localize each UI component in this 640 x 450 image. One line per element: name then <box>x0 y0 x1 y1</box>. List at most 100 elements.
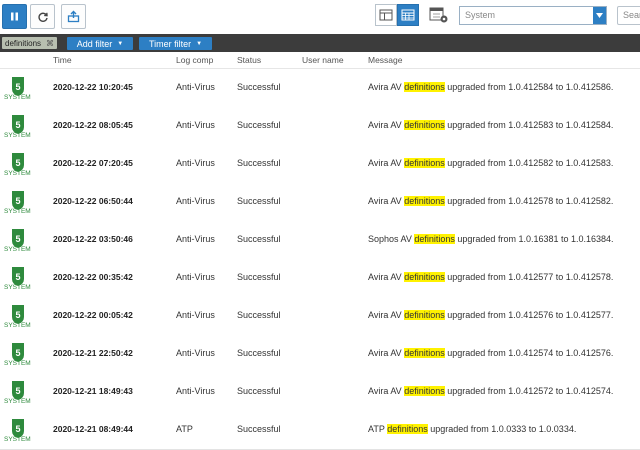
row-log-comp: Anti-Virus <box>176 82 215 92</box>
table-row[interactable]: 5 SYSTEM 2020-12-22 07:20:45 Anti-Virus Succ… <box>0 145 640 184</box>
column-header-log-comp[interactable]: Log comp <box>176 55 213 65</box>
message-highlight: definitions <box>404 272 445 282</box>
table-row[interactable]: 5 SYSTEM 2020-12-22 08:05:45 Anti-Virus Succ… <box>0 107 640 146</box>
icon-label: SYSTEM <box>4 170 31 177</box>
add-filter-button[interactable]: Add filter ▼ <box>67 37 133 50</box>
export-button[interactable] <box>61 4 86 29</box>
split-view-button[interactable] <box>375 4 397 26</box>
row-log-comp: Anti-Virus <box>176 234 215 244</box>
message-prefix: Avira AV <box>368 158 405 168</box>
message-suffix: upgraded from 1.0.0333 to 1.0.0334. <box>427 424 577 434</box>
message-highlight: definitions <box>387 424 428 434</box>
close-icon[interactable]: ⌘ <box>46 39 54 48</box>
row-log-comp: Anti-Virus <box>176 158 215 168</box>
icon-label: SYSTEM <box>4 322 31 329</box>
timer-filter-button[interactable]: Timer filter ▼ <box>139 37 212 50</box>
table-header: Time Log comp Status User name Message <box>0 52 640 69</box>
icon-label: SYSTEM <box>4 208 31 215</box>
row-status: Successful <box>237 310 281 320</box>
icon-label: SYSTEM <box>4 284 31 291</box>
row-status: Successful <box>237 82 281 92</box>
row-status: Successful <box>237 424 281 434</box>
refresh-button[interactable] <box>30 4 55 29</box>
column-header-user-name[interactable]: User name <box>302 55 344 65</box>
icon-label: SYSTEM <box>4 132 31 139</box>
table-row[interactable]: 5 SYSTEM 2020-12-22 00:35:42 Anti-Virus Succ… <box>0 259 640 298</box>
row-status: Successful <box>237 272 281 282</box>
message-suffix: upgraded from 1.0.412576 to 1.0.412577. <box>444 310 614 320</box>
message-suffix: upgraded from 1.0.412574 to 1.0.412576. <box>444 348 614 358</box>
table-row[interactable]: 5 SYSTEM 2020-12-21 22:50:42 Anti-Virus Succ… <box>0 335 640 374</box>
svg-text:5: 5 <box>15 272 20 282</box>
table-row[interactable]: 5 SYSTEM 2020-12-22 06:50:44 Anti-Virus Succ… <box>0 183 640 222</box>
svg-text:5: 5 <box>15 234 20 244</box>
icon-label: SYSTEM <box>4 398 31 405</box>
row-log-comp: Anti-Virus <box>176 310 215 320</box>
column-header-time[interactable]: Time <box>53 55 72 65</box>
svg-text:5: 5 <box>15 386 20 396</box>
row-message: Avira AV definitions upgraded from 1.0.4… <box>368 310 613 320</box>
message-prefix: ATP <box>368 424 388 434</box>
svg-text:5: 5 <box>15 82 20 92</box>
message-highlight: definitions <box>404 348 445 358</box>
filter-chip-label: definitions <box>5 38 42 48</box>
calendar-settings-icon <box>429 7 448 23</box>
filter-chip-definitions[interactable]: definitions ⌘ <box>2 37 58 49</box>
message-prefix: Avira AV <box>368 386 405 396</box>
row-status: Successful <box>237 234 281 244</box>
column-header-status[interactable]: Status <box>237 55 261 65</box>
message-prefix: Avira AV <box>368 348 405 358</box>
row-time: 2020-12-22 00:05:42 <box>53 310 133 320</box>
pause-button[interactable] <box>2 4 27 29</box>
search-input[interactable]: Search <box>617 6 640 25</box>
message-suffix: upgraded from 1.0.412577 to 1.0.412578. <box>444 272 614 282</box>
calendar-settings-button[interactable] <box>428 4 450 26</box>
message-prefix: Sophos AV <box>368 234 415 244</box>
row-message: Avira AV definitions upgraded from 1.0.4… <box>368 120 613 130</box>
row-time: 2020-12-21 22:50:42 <box>53 348 133 358</box>
export-icon <box>67 10 80 23</box>
column-header-message[interactable]: Message <box>368 55 403 65</box>
row-message: Avira AV definitions upgraded from 1.0.4… <box>368 272 613 282</box>
row-status: Successful <box>237 348 281 358</box>
svg-text:5: 5 <box>15 120 20 130</box>
table-row[interactable]: 5 SYSTEM 2020-12-22 00:05:42 Anti-Virus Succ… <box>0 297 640 336</box>
row-log-comp: Anti-Virus <box>176 272 215 282</box>
table-row[interactable]: 5 SYSTEM 2020-12-22 10:20:45 Anti-Virus Succ… <box>0 69 640 108</box>
refresh-icon <box>37 12 48 22</box>
message-prefix: Avira AV <box>368 272 405 282</box>
row-message: Avira AV definitions upgraded from 1.0.4… <box>368 386 613 396</box>
table-row[interactable]: 5 SYSTEM 2020-12-21 18:49:43 Anti-Virus Succ… <box>0 373 640 412</box>
row-time: 2020-12-21 08:49:44 <box>53 424 133 434</box>
split-view-icon <box>379 9 393 21</box>
table-row[interactable]: 5 SYSTEM 2020-12-22 03:50:46 Anti-Virus Succ… <box>0 221 640 260</box>
message-prefix: Avira AV <box>368 196 405 206</box>
message-highlight: definitions <box>404 386 445 396</box>
message-highlight: definitions <box>414 234 455 244</box>
svg-text:5: 5 <box>15 348 20 358</box>
message-prefix: Avira AV <box>368 310 405 320</box>
message-prefix: Avira AV <box>368 120 405 130</box>
search-placeholder: Search <box>623 10 640 20</box>
row-time: 2020-12-22 10:20:45 <box>53 82 133 92</box>
message-highlight: definitions <box>404 82 445 92</box>
filter-bar: definitions ⌘ Add filter ▼ Timer filter … <box>0 34 640 52</box>
table-row[interactable]: 5 SYSTEM 2020-12-21 08:49:44 ATP Successful A… <box>0 411 640 450</box>
message-highlight: definitions <box>404 158 445 168</box>
message-suffix: upgraded from 1.0.412583 to 1.0.412584. <box>444 120 614 130</box>
source-select[interactable]: System <box>459 6 607 25</box>
message-prefix: Avira AV <box>368 82 405 92</box>
icon-label: SYSTEM <box>4 360 31 367</box>
row-status: Successful <box>237 196 281 206</box>
row-message: Sophos AV definitions upgraded from 1.0.… <box>368 234 614 244</box>
row-log-comp: Anti-Virus <box>176 120 215 130</box>
caret-down-icon: ▼ <box>196 40 203 47</box>
row-message: Avira AV definitions upgraded from 1.0.4… <box>368 348 613 358</box>
chevron-down-icon[interactable] <box>593 7 606 24</box>
table-view-icon <box>401 9 415 21</box>
icon-label: SYSTEM <box>4 246 31 253</box>
table-view-button[interactable] <box>397 4 419 26</box>
source-select-value: System <box>465 10 496 20</box>
row-time: 2020-12-22 00:35:42 <box>53 272 133 282</box>
message-suffix: upgraded from 1.0.16381 to 1.0.16384. <box>454 234 614 244</box>
